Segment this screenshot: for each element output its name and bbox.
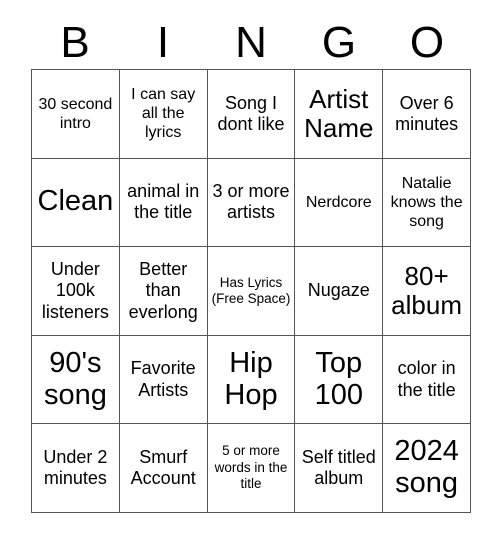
bingo-cell-r1c1[interactable]: 30 second intro: [32, 70, 120, 159]
bingo-cell-r1c2[interactable]: I can say all the lyrics: [119, 70, 208, 159]
bingo-cell-r2c5[interactable]: Natalie knows the song: [383, 158, 471, 248]
bingo-cell-label: 5 or more words in the title: [214, 443, 288, 492]
bingo-cell-r5c2[interactable]: Smurf Account: [119, 424, 208, 513]
bingo-cell-r4c4[interactable]: Top 100: [295, 335, 384, 425]
bingo-cell-label: Over 6 minutes: [395, 92, 459, 134]
bingo-cell-label: Better than everlong: [128, 259, 198, 322]
bingo-cell-r2c2[interactable]: animal in the title: [119, 158, 208, 248]
bingo-cell-label: 90's song: [43, 346, 107, 411]
bingo-cell-label: color in the title: [397, 358, 456, 400]
bingo-cell-label: Artist Name: [304, 83, 374, 143]
bingo-cell-label: Self titled album: [301, 446, 376, 489]
bingo-cell-label: Clean: [37, 185, 114, 218]
bingo-grid: 30 second intro I can say all the lyrics S…: [31, 69, 471, 513]
bingo-cell-label: 30 second intro: [38, 95, 113, 132]
bingo-cell-label: 2024 song: [394, 435, 459, 500]
bingo-cell-label: Song I dont like: [217, 92, 285, 134]
bingo-cell-r3c2[interactable]: Better than everlong: [119, 247, 208, 336]
bingo-cell-r3c1[interactable]: Under 100k listeners: [32, 247, 120, 336]
bingo-cell-label: animal in the title: [127, 181, 200, 223]
bingo-cell-r4c1[interactable]: 90's song: [32, 335, 120, 425]
bingo-header-row: B I N G O: [31, 17, 471, 69]
bingo-card: B I N G O 30 second intro I can say all t…: [0, 0, 500, 544]
bingo-cell-r3c5[interactable]: 80+ album: [383, 247, 471, 336]
bingo-cell-r4c3[interactable]: Hip Hop: [207, 335, 296, 425]
bingo-cell-r1c3[interactable]: Song I dont like: [207, 70, 296, 159]
bingo-cell-r5c5[interactable]: 2024 song: [383, 424, 471, 513]
bingo-header-letter-g: G: [321, 18, 357, 67]
bingo-cell-label: Favorite Artists: [130, 358, 196, 400]
bingo-cell-label: Hip Hop: [224, 346, 278, 411]
bingo-cell-r5c4[interactable]: Self titled album: [295, 424, 384, 513]
bingo-cell-label: Natalie knows the song: [390, 174, 463, 230]
bingo-cell-label: Under 100k listeners: [41, 259, 109, 322]
bingo-cell-r4c2[interactable]: Favorite Artists: [119, 335, 208, 425]
bingo-header-letter-i: I: [156, 18, 170, 67]
bingo-cell-label: Top 100: [314, 346, 363, 411]
bingo-cell-r1c5[interactable]: Over 6 minutes: [383, 70, 471, 159]
bingo-cell-label: Smurf Account: [130, 446, 196, 489]
bingo-cell-label: 80+ album: [391, 260, 462, 320]
bingo-cell-r5c1[interactable]: Under 2 minutes: [32, 424, 120, 513]
bingo-cell-r1c4[interactable]: Artist Name: [295, 70, 384, 159]
bingo-header-letter-b: B: [60, 18, 90, 67]
bingo-cell-label: I can say all the lyrics: [131, 86, 196, 142]
bingo-cell-label: Nugaze: [307, 280, 370, 301]
bingo-cell-r2c1[interactable]: Clean: [32, 158, 120, 248]
bingo-cell-label: Has Lyrics (Free Space): [211, 274, 291, 306]
bingo-cell-r3c3[interactable]: Has Lyrics (Free Space): [207, 247, 296, 336]
bingo-cell-label: Under 2 minutes: [43, 446, 108, 489]
bingo-cell-label: Nerdcore: [305, 193, 372, 211]
bingo-header-letter-o: O: [409, 18, 445, 67]
bingo-cell-r2c4[interactable]: Nerdcore: [295, 158, 384, 248]
bingo-cell-label: 3 or more artists: [212, 181, 290, 223]
bingo-cell-r2c3[interactable]: 3 or more artists: [207, 158, 296, 248]
bingo-cell-r4c5[interactable]: color in the title: [383, 335, 471, 425]
bingo-cell-r5c3[interactable]: 5 or more words in the title: [207, 424, 296, 513]
bingo-header-letter-n: N: [235, 18, 267, 67]
bingo-cell-r3c4[interactable]: Nugaze: [295, 247, 384, 336]
